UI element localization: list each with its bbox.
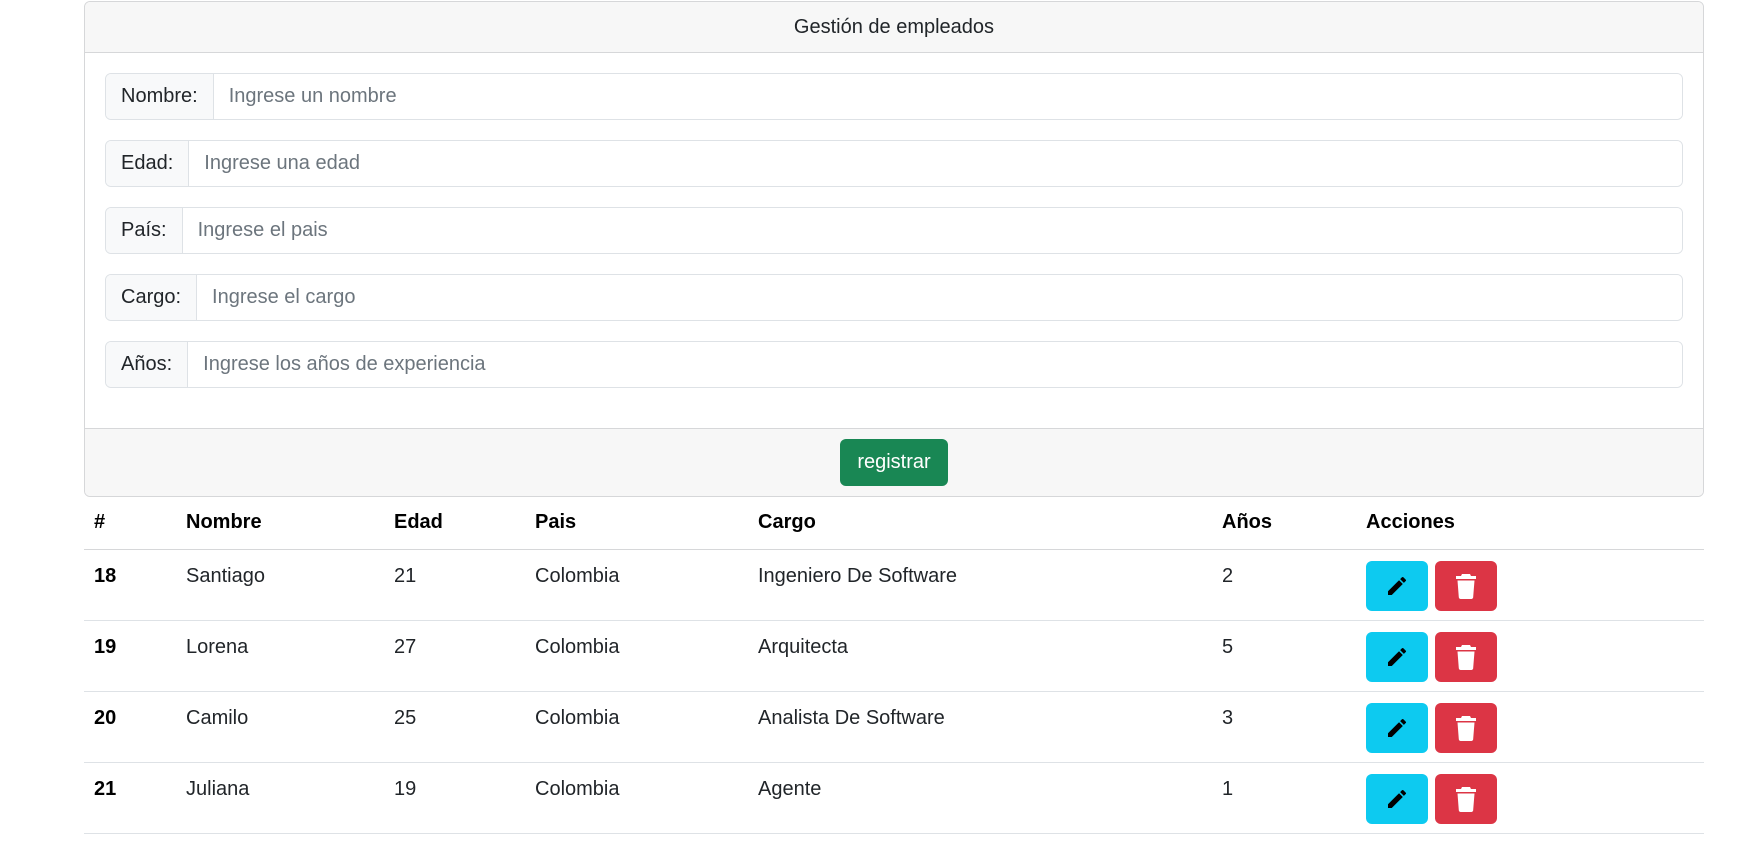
edad-input[interactable] xyxy=(189,141,1682,186)
employee-form-card: Gestión de empleados Nombre: Edad: País:… xyxy=(84,1,1704,497)
cell-cargo: Arquitecta xyxy=(748,620,1212,692)
delete-button[interactable] xyxy=(1435,702,1497,753)
cell-actions xyxy=(1356,762,1704,834)
cell-edad: 21 xyxy=(384,549,525,621)
register-button[interactable]: registrar xyxy=(840,439,948,486)
delete-button[interactable] xyxy=(1435,560,1497,611)
table-body: 18 Santiago 21 Colombia Ingeniero De Sof… xyxy=(84,549,1704,834)
employees-table: # Nombre Edad Pais Cargo Años Acciones 1… xyxy=(84,497,1704,834)
delete-button[interactable] xyxy=(1435,631,1497,682)
edit-button[interactable] xyxy=(1366,631,1428,682)
cell-pais: Colombia xyxy=(525,549,748,621)
edit-button[interactable] xyxy=(1366,702,1428,753)
page-container: Gestión de empleados Nombre: Edad: País:… xyxy=(84,1,1704,834)
column-header-anios: Años xyxy=(1212,497,1356,550)
pencil-icon xyxy=(1388,576,1407,595)
pais-input-group: País: xyxy=(105,207,1683,254)
cargo-input-group: Cargo: xyxy=(105,274,1683,321)
column-header-edad: Edad xyxy=(384,497,525,550)
cell-nombre: Juliana xyxy=(176,762,384,834)
form-footer: registrar xyxy=(85,428,1703,496)
edad-label: Edad: xyxy=(106,141,190,186)
table-row: 21 Juliana 19 Colombia Agente 1 xyxy=(84,762,1704,834)
column-header-nombre: Nombre xyxy=(176,497,384,550)
nombre-label: Nombre: xyxy=(106,74,214,119)
cell-actions xyxy=(1356,620,1704,692)
cell-pais: Colombia xyxy=(525,762,748,834)
cell-id: 20 xyxy=(84,691,176,763)
table-header-row: # Nombre Edad Pais Cargo Años Acciones xyxy=(84,497,1704,550)
table-row: 18 Santiago 21 Colombia Ingeniero De Sof… xyxy=(84,549,1704,621)
cell-anios: 5 xyxy=(1212,620,1356,692)
cell-cargo: Analista De Software xyxy=(748,691,1212,763)
edit-button[interactable] xyxy=(1366,560,1428,611)
cargo-label: Cargo: xyxy=(106,275,198,320)
pais-label: País: xyxy=(106,208,183,253)
pencil-icon xyxy=(1388,789,1407,808)
cell-id: 18 xyxy=(84,549,176,621)
nombre-input-group: Nombre: xyxy=(105,73,1683,120)
table-row: 19 Lorena 27 Colombia Arquitecta 5 xyxy=(84,620,1704,692)
trash-icon xyxy=(1456,573,1476,599)
cell-anios: 1 xyxy=(1212,762,1356,834)
nombre-input[interactable] xyxy=(213,74,1682,119)
cell-actions xyxy=(1356,549,1704,621)
edad-input-group: Edad: xyxy=(105,140,1683,187)
column-header-id: # xyxy=(84,497,176,550)
cell-nombre: Santiago xyxy=(176,549,384,621)
delete-button[interactable] xyxy=(1435,773,1497,824)
column-header-acciones: Acciones xyxy=(1356,497,1704,550)
cell-edad: 27 xyxy=(384,620,525,692)
cell-anios: 2 xyxy=(1212,549,1356,621)
cell-anios: 3 xyxy=(1212,691,1356,763)
cell-edad: 19 xyxy=(384,762,525,834)
cell-nombre: Lorena xyxy=(176,620,384,692)
pencil-icon xyxy=(1388,718,1407,737)
cell-actions xyxy=(1356,691,1704,763)
table-row: 20 Camilo 25 Colombia Analista De Softwa… xyxy=(84,691,1704,763)
cell-edad: 25 xyxy=(384,691,525,763)
cell-nombre: Camilo xyxy=(176,691,384,763)
trash-icon xyxy=(1456,786,1476,812)
cell-pais: Colombia xyxy=(525,620,748,692)
cell-id: 21 xyxy=(84,762,176,834)
anios-input-group: Años: xyxy=(105,341,1683,388)
column-header-cargo: Cargo xyxy=(748,497,1212,550)
anios-label: Años: xyxy=(106,342,189,387)
cell-id: 19 xyxy=(84,620,176,692)
cargo-input[interactable] xyxy=(197,275,1682,320)
edit-button[interactable] xyxy=(1366,773,1428,824)
trash-icon xyxy=(1456,644,1476,670)
form-title: Gestión de empleados xyxy=(85,2,1703,53)
form-body: Nombre: Edad: País: Cargo: Años: xyxy=(85,53,1703,428)
pais-input[interactable] xyxy=(182,208,1682,253)
column-header-pais: Pais xyxy=(525,497,748,550)
trash-icon xyxy=(1456,715,1476,741)
anios-input[interactable] xyxy=(188,342,1682,387)
cell-cargo: Agente xyxy=(748,762,1212,834)
pencil-icon xyxy=(1388,647,1407,666)
cell-cargo: Ingeniero De Software xyxy=(748,549,1212,621)
cell-pais: Colombia xyxy=(525,691,748,763)
